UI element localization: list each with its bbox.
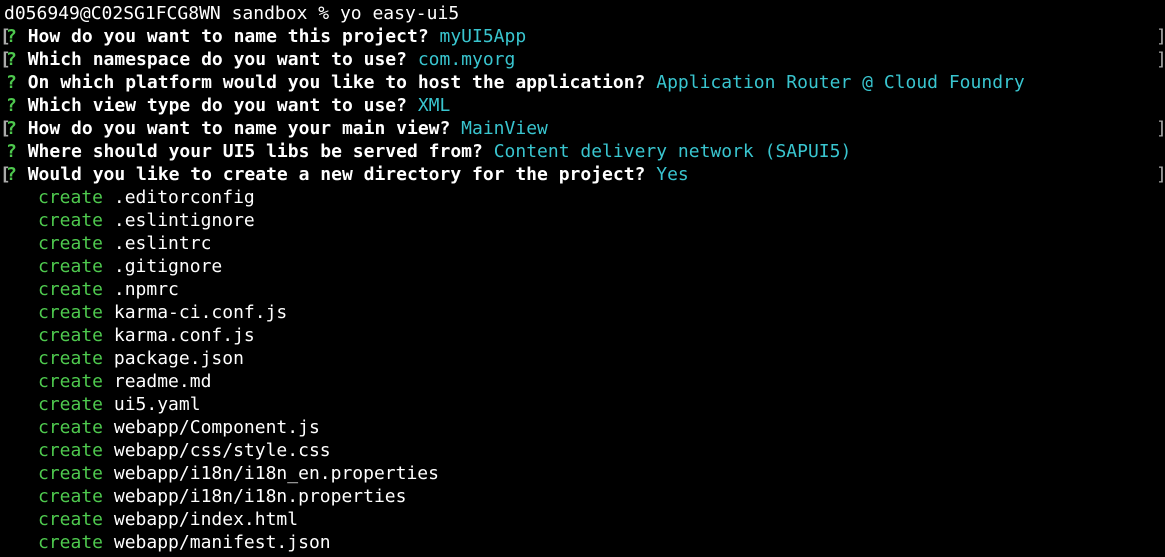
question-answer: Content delivery network (SAPUI5)	[493, 141, 852, 162]
create-label: create	[38, 348, 104, 369]
created-file: webapp/Component.js	[113, 417, 320, 438]
question-mark: ?	[6, 49, 17, 70]
question-answer: Application Router @ Cloud Foundry	[656, 72, 1025, 93]
create-line: create .gitignore	[38, 255, 222, 278]
question-answer: MainView	[461, 118, 548, 139]
created-file: karma-ci.conf.js	[113, 302, 288, 323]
question-mark: ?	[6, 95, 17, 116]
create-line: create .eslintrc	[38, 232, 211, 255]
shell-prompt: d056949@C02SG1FCG8WN sandbox % yo easy-u…	[4, 3, 460, 24]
question-text: How do you want to name your main view?	[27, 118, 451, 139]
created-file: .eslintrc	[113, 233, 212, 254]
create-line: create package.json	[38, 347, 244, 370]
create-label: create	[38, 279, 104, 300]
question-mark: ?	[6, 26, 17, 47]
create-label: create	[38, 440, 104, 461]
question-line: ? Where should your UI5 libs be served f…	[0, 140, 851, 163]
create-label: create	[38, 210, 104, 231]
create-line: create karma-ci.conf.js	[38, 301, 287, 324]
created-file: .editorconfig	[113, 187, 255, 208]
create-line: create karma.conf.js	[38, 324, 255, 347]
question-text: Which view type do you want to use?	[27, 95, 407, 116]
created-file: webapp/manifest.json	[113, 532, 331, 553]
created-file: webapp/i18n/i18n.properties	[113, 486, 407, 507]
create-line: create webapp/Component.js	[38, 416, 320, 439]
created-file: webapp/index.html	[113, 509, 299, 530]
shell-prompt-line: d056949@C02SG1FCG8WN sandbox % yo easy-u…	[4, 2, 459, 25]
create-label: create	[38, 325, 104, 346]
question-line: [? How do you want to name your main vie…	[0, 117, 548, 140]
right-bracket: ]	[1156, 117, 1165, 140]
create-line: create webapp/i18n/i18n_en.properties	[38, 462, 439, 485]
question-line: ? Which view type do you want to use? XM…	[0, 94, 450, 117]
question-mark: ?	[6, 118, 17, 139]
question-line: [? How do you want to name this project?…	[0, 25, 526, 48]
question-text: How do you want to name this project?	[27, 26, 429, 47]
question-text: On which platform would you like to host…	[27, 72, 646, 93]
question-mark: ?	[6, 141, 17, 162]
create-line: create ui5.yaml	[38, 393, 201, 416]
question-answer: XML	[417, 95, 451, 116]
create-label: create	[38, 233, 104, 254]
question-line: [? Would you like to create a new direct…	[0, 163, 689, 186]
question-answer: Yes	[656, 164, 689, 185]
create-line: create .npmrc	[38, 278, 179, 301]
create-label: create	[38, 509, 104, 530]
question-line: ? On which platform would you like to ho…	[0, 71, 1025, 94]
created-file: karma.conf.js	[113, 325, 255, 346]
created-file: .gitignore	[113, 256, 223, 277]
create-line: create webapp/css/style.css	[38, 439, 331, 462]
create-label: create	[38, 394, 104, 415]
question-text: Which namespace do you want to use?	[27, 49, 407, 70]
create-line: create .eslintignore	[38, 209, 255, 232]
question-text: Where should your UI5 libs be served fro…	[27, 141, 483, 162]
terminal-window[interactable]: d056949@C02SG1FCG8WN sandbox % yo easy-u…	[0, 0, 1165, 557]
question-mark: ?	[6, 164, 17, 185]
create-label: create	[38, 302, 104, 323]
created-file: ui5.yaml	[113, 394, 201, 415]
created-file: webapp/css/style.css	[113, 440, 331, 461]
create-label: create	[38, 486, 104, 507]
created-file: .eslintignore	[113, 210, 255, 231]
question-answer: myUI5App	[439, 26, 527, 47]
create-label: create	[38, 187, 104, 208]
question-line: [? Which namespace do you want to use? c…	[0, 48, 515, 71]
created-file: .npmrc	[113, 279, 179, 300]
question-answer: com.myorg	[417, 49, 516, 70]
create-label: create	[38, 417, 104, 438]
create-label: create	[38, 256, 104, 277]
right-bracket: ]	[1156, 163, 1165, 186]
create-line: create webapp/i18n/i18n.properties	[38, 485, 406, 508]
create-line: create webapp/index.html	[38, 508, 298, 531]
created-file: readme.md	[113, 371, 212, 392]
create-label: create	[38, 371, 104, 392]
create-label: create	[38, 463, 104, 484]
create-line: create .editorconfig	[38, 186, 255, 209]
create-line: create readme.md	[38, 370, 211, 393]
question-text: Would you like to create a new directory…	[27, 164, 646, 185]
question-mark: ?	[6, 72, 17, 93]
created-file: package.json	[113, 348, 244, 369]
create-line: create webapp/manifest.json	[38, 531, 331, 554]
created-file: webapp/i18n/i18n_en.properties	[113, 463, 439, 484]
right-bracket: ]	[1156, 25, 1165, 48]
create-label: create	[38, 532, 104, 553]
right-bracket: ]	[1156, 48, 1165, 71]
